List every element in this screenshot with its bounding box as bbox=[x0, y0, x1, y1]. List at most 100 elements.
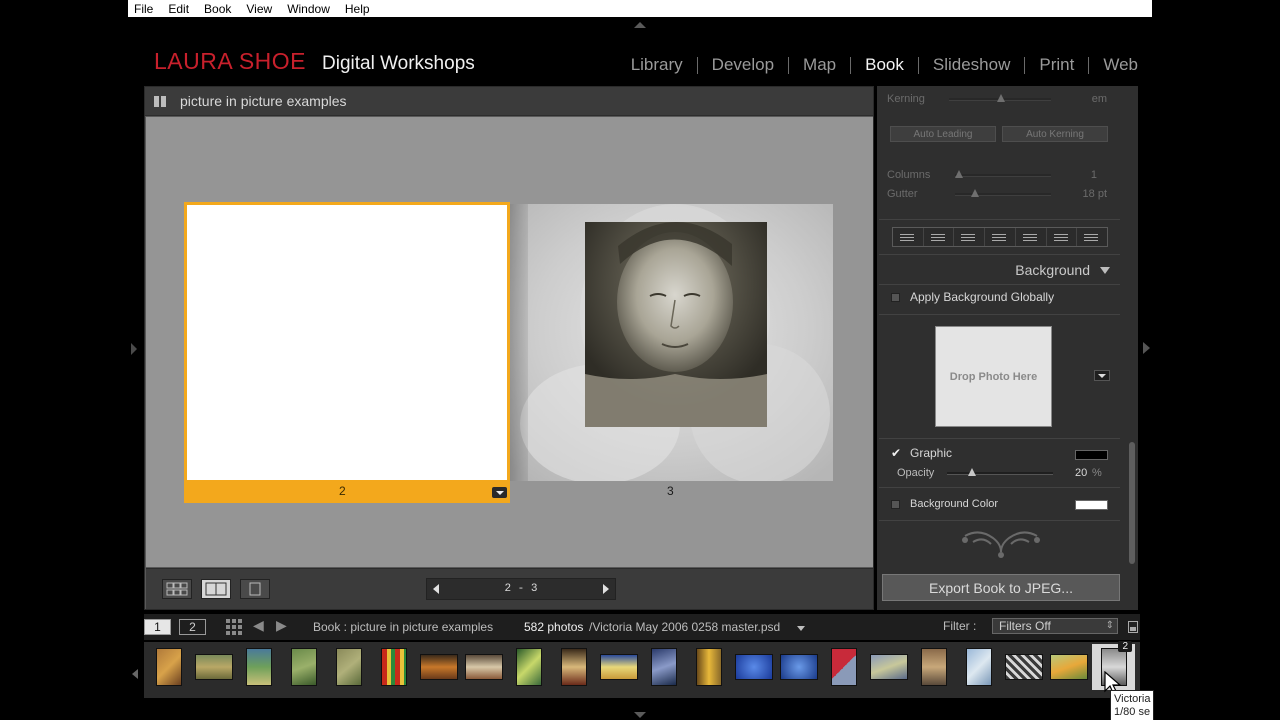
right-panel-toggle-icon[interactable] bbox=[1143, 342, 1150, 354]
module-print[interactable]: Print bbox=[1025, 55, 1088, 75]
tooltip-exposure: 1/80 se bbox=[1114, 706, 1151, 718]
next-page-icon[interactable] bbox=[602, 584, 609, 594]
filmstrip-thumbnail[interactable] bbox=[732, 644, 775, 690]
menu-window[interactable]: Window bbox=[287, 2, 330, 16]
align-center-icon[interactable] bbox=[924, 228, 955, 246]
multi-page-view-button[interactable] bbox=[162, 579, 192, 599]
top-panel-toggle-icon[interactable] bbox=[634, 22, 646, 28]
opacity-slider[interactable] bbox=[947, 468, 1053, 476]
forward-arrow-icon[interactable]: ▶ bbox=[276, 619, 291, 634]
filmstrip-thumbnail[interactable] bbox=[822, 644, 865, 690]
filmstrip-thumbnail[interactable] bbox=[867, 644, 910, 690]
single-page-icon bbox=[249, 582, 261, 596]
filmstrip-thumbnail[interactable] bbox=[777, 644, 820, 690]
tooltip-filename: Victoria bbox=[1114, 693, 1151, 705]
apply-globally-row[interactable]: Apply Background Globally bbox=[891, 290, 1119, 304]
apply-globally-checkbox[interactable] bbox=[891, 292, 900, 302]
filmstrip-thumbnail[interactable] bbox=[462, 644, 505, 690]
filmstrip-thumbnail[interactable] bbox=[327, 644, 370, 690]
module-library[interactable]: Library bbox=[617, 55, 697, 75]
kerning-slider[interactable] bbox=[949, 94, 1051, 102]
bottom-panel-toggle-icon[interactable] bbox=[634, 712, 646, 718]
right-panel-scrollbar[interactable] bbox=[1129, 442, 1135, 564]
menu-help[interactable]: Help bbox=[345, 2, 370, 16]
module-slideshow[interactable]: Slideshow bbox=[919, 55, 1025, 75]
page-right[interactable] bbox=[510, 204, 833, 481]
filmstrip-thumbnail[interactable] bbox=[237, 644, 280, 690]
opacity-value[interactable]: 20 bbox=[1075, 467, 1087, 479]
opacity-label: Opacity bbox=[897, 467, 935, 479]
filmstrip-thumbnail[interactable] bbox=[1002, 644, 1045, 690]
single-page-view-button[interactable] bbox=[240, 579, 270, 599]
page-left-selected[interactable] bbox=[184, 202, 510, 483]
background-color-checkbox[interactable] bbox=[891, 499, 900, 509]
filmstrip-thumbnail[interactable] bbox=[147, 644, 190, 690]
module-book[interactable]: Book bbox=[851, 55, 918, 75]
filmstrip-thumbnail[interactable] bbox=[687, 644, 730, 690]
filmstrip-thumbnail[interactable] bbox=[282, 644, 325, 690]
align-bottom-icon[interactable] bbox=[1077, 228, 1107, 246]
align-middle-icon[interactable] bbox=[1047, 228, 1078, 246]
checkmark-icon[interactable]: ✔ bbox=[891, 447, 903, 459]
background-color-swatch[interactable] bbox=[1075, 500, 1108, 510]
filter-select[interactable]: Filters Off bbox=[992, 618, 1118, 634]
photo-count: 582 photos bbox=[524, 620, 584, 634]
filmstrip-thumbnail[interactable] bbox=[417, 644, 460, 690]
filmstrip-thumbnail[interactable] bbox=[372, 644, 415, 690]
filmstrip-thumbnail[interactable] bbox=[597, 644, 640, 690]
auto-leading-button[interactable]: Auto Leading bbox=[890, 126, 996, 142]
collapse-triangle-icon[interactable] bbox=[1100, 266, 1110, 274]
gutter-slider[interactable] bbox=[955, 189, 1051, 197]
background-options-dropdown[interactable] bbox=[1094, 370, 1110, 381]
book-toolbar: 2 - 3 bbox=[146, 568, 873, 609]
secondary-window-button[interactable]: 2 bbox=[179, 619, 206, 635]
previous-page-icon[interactable] bbox=[433, 584, 439, 594]
columns-value: 1 bbox=[1090, 169, 1097, 181]
filter-lock-switch-icon[interactable] bbox=[1128, 621, 1138, 633]
filmstrip-thumbnail[interactable] bbox=[192, 644, 235, 690]
filmstrip-thumbnail[interactable] bbox=[912, 644, 955, 690]
panel-divider bbox=[879, 254, 1120, 255]
filmstrip-scroll-left-icon[interactable] bbox=[132, 669, 138, 679]
primary-window-button[interactable]: 1 bbox=[144, 619, 171, 635]
chevron-down-icon[interactable] bbox=[797, 626, 805, 631]
align-right-icon[interactable] bbox=[954, 228, 986, 246]
menu-file[interactable]: File bbox=[134, 2, 153, 16]
module-develop[interactable]: Develop bbox=[698, 55, 788, 75]
kerning-label: Kerning bbox=[887, 93, 925, 105]
menu-book[interactable]: Book bbox=[204, 2, 231, 16]
book-header: picture in picture examples bbox=[145, 87, 873, 116]
filmstrip-thumbnail[interactable] bbox=[957, 644, 1000, 690]
filmstrip-thumbnail[interactable] bbox=[507, 644, 550, 690]
columns-slider[interactable] bbox=[955, 170, 1051, 178]
drop-photo-well[interactable]: Drop Photo Here bbox=[935, 326, 1052, 427]
background-graphic bbox=[510, 204, 833, 481]
grid-view-icon[interactable] bbox=[226, 619, 242, 635]
back-arrow-icon[interactable]: ◀ bbox=[253, 619, 268, 634]
auto-kerning-button[interactable]: Auto Kerning bbox=[1002, 126, 1108, 142]
filmstrip-thumbnail[interactable] bbox=[1047, 644, 1090, 690]
align-left-icon[interactable] bbox=[893, 228, 924, 246]
spread-view-button[interactable] bbox=[201, 579, 231, 599]
menu-view[interactable]: View bbox=[246, 2, 272, 16]
filmstrip-thumbnail[interactable] bbox=[552, 644, 595, 690]
gutter-row: Gutter 18 pt bbox=[887, 187, 1115, 201]
menu-edit[interactable]: Edit bbox=[168, 2, 189, 16]
export-book-jpeg-button[interactable]: Export Book to JPEG... bbox=[882, 574, 1120, 601]
graphic-color-swatch[interactable] bbox=[1075, 450, 1108, 460]
align-top-icon[interactable] bbox=[1016, 228, 1047, 246]
book-work-area: picture in picture examples 2 3 2 - 3 bbox=[144, 86, 874, 610]
module-web[interactable]: Web bbox=[1089, 55, 1138, 75]
filmstrip-source[interactable]: Book : picture in picture examples bbox=[313, 620, 493, 634]
filmstrip-thumbnail[interactable] bbox=[642, 644, 685, 690]
page-label-bar[interactable]: 2 bbox=[184, 483, 510, 503]
filmstrip-toolbar: 1 2 ◀ ▶ Book : picture in picture exampl… bbox=[144, 614, 1140, 640]
book-title[interactable]: picture in picture examples bbox=[180, 93, 347, 109]
columns-label: Columns bbox=[887, 169, 931, 181]
background-section-header[interactable]: Background bbox=[879, 258, 1120, 282]
left-panel-toggle-icon[interactable] bbox=[131, 343, 137, 355]
module-map[interactable]: Map bbox=[789, 55, 850, 75]
text-align-buttons[interactable] bbox=[892, 227, 1108, 247]
page-options-dropdown[interactable] bbox=[492, 487, 507, 498]
align-justify-icon[interactable] bbox=[985, 228, 1016, 246]
